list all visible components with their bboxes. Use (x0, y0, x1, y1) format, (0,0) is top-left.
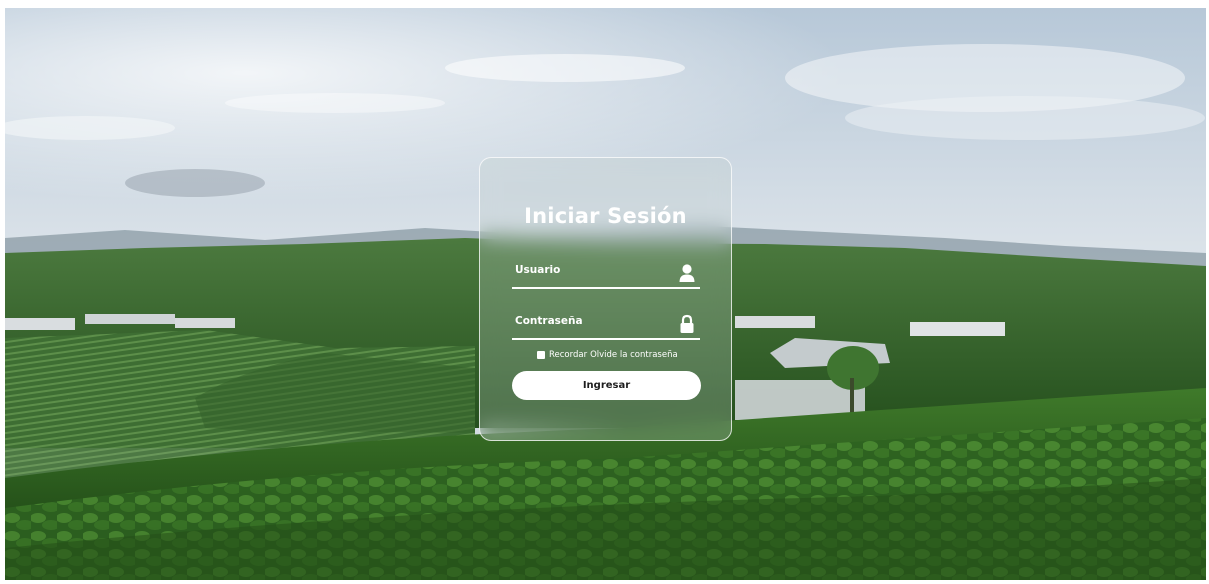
login-title: Iniciar Sesión (524, 204, 687, 228)
forgot-password-link[interactable]: Olvide la contraseña (590, 350, 678, 360)
remember-row: Recordar Olvide la contraseña (537, 349, 678, 361)
login-card: Iniciar Sesión Usuario Contraseña Record… (479, 157, 732, 441)
username-field[interactable]: Usuario (512, 261, 700, 289)
password-field[interactable]: Contraseña (512, 312, 700, 340)
login-button[interactable]: Ingresar (512, 371, 701, 400)
remember-checkbox[interactable] (537, 351, 545, 359)
username-label: Usuario (515, 264, 561, 276)
password-label: Contraseña (515, 315, 583, 327)
lock-icon (680, 314, 694, 333)
user-icon (679, 264, 695, 282)
remember-label[interactable]: Recordar (549, 350, 587, 360)
